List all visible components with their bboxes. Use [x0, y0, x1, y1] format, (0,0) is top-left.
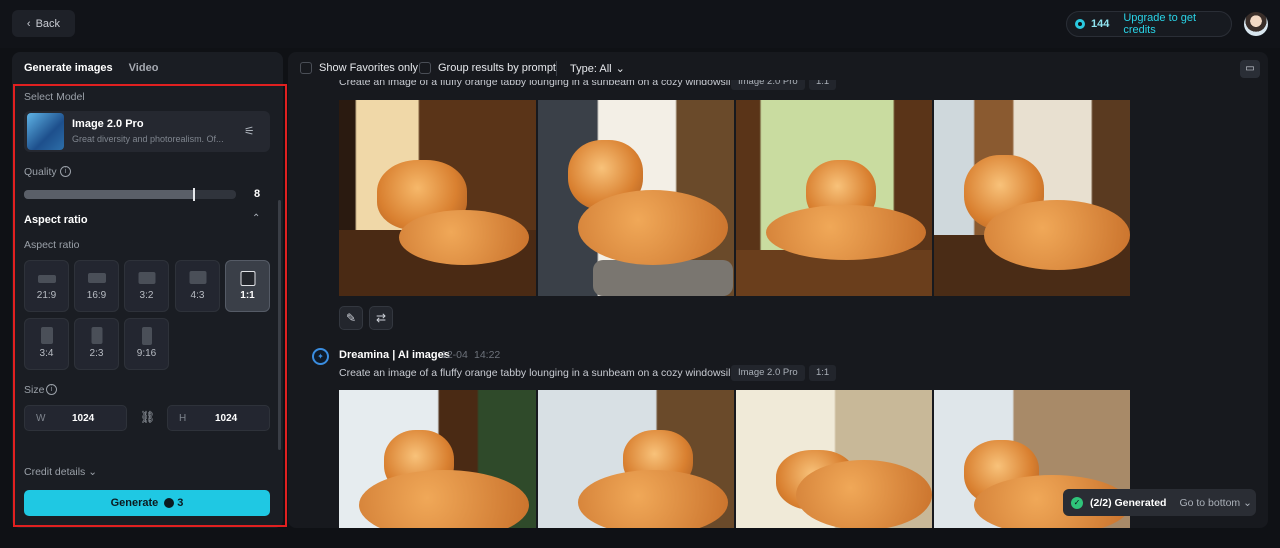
- mode-tabs: Generate images Video: [24, 62, 158, 74]
- chevron-down-icon: ⌄: [615, 63, 625, 75]
- regenerate-icon[interactable]: ⇄: [369, 306, 393, 330]
- result-image[interactable]: [736, 390, 932, 528]
- result-image[interactable]: [736, 100, 932, 296]
- result-image[interactable]: [934, 100, 1130, 296]
- type-filter-dropdown[interactable]: Type: All ⌄: [570, 62, 625, 76]
- result-image[interactable]: [538, 100, 734, 296]
- go-to-bottom-button[interactable]: Go to bottom ⌄: [1179, 497, 1251, 509]
- ratio-tag: 1:1: [809, 80, 837, 90]
- tab-generate-images[interactable]: Generate images: [24, 62, 113, 74]
- tab-video[interactable]: Video: [129, 62, 159, 74]
- cushion-shape: [593, 260, 733, 296]
- group2-date: 12-04: [441, 349, 468, 361]
- go-to-bottom-label: Go to bottom: [1179, 496, 1241, 509]
- generation-status-toast: ✓ (2/2) Generated Go to bottom ⌄: [1063, 489, 1256, 516]
- checkbox-icon: [419, 62, 431, 74]
- cat-body-shape: [766, 205, 926, 260]
- cat-body-shape: [578, 470, 728, 528]
- dreamina-logo-icon: ✦: [312, 348, 329, 365]
- checkbox-icon: [300, 62, 312, 74]
- upgrade-link[interactable]: Upgrade to get credits: [1123, 12, 1231, 36]
- type-filter-label: Type: All: [570, 62, 612, 75]
- cat-body-shape: [359, 470, 529, 528]
- credit-count: 144: [1090, 18, 1110, 30]
- ratio-tag: 1:1: [809, 365, 837, 381]
- chevron-left-icon: ‹: [26, 17, 31, 30]
- result-image[interactable]: [538, 390, 734, 528]
- cat-body-shape: [578, 190, 728, 265]
- favorites-checkbox[interactable]: Show Favorites only: [300, 62, 418, 74]
- generated-status: (2/2) Generated: [1090, 496, 1167, 509]
- group2-author: Dreamina | AI images: [339, 349, 450, 361]
- group-label: Group results by prompt: [438, 62, 556, 74]
- group-by-prompt-checkbox[interactable]: Group results by prompt: [419, 62, 556, 74]
- group2-time: 14:22: [474, 349, 501, 361]
- result-image[interactable]: [339, 100, 536, 296]
- back-button[interactable]: ‹ Back: [12, 10, 75, 37]
- group2-prompt: Create an image of a fluffy orange tabby…: [339, 367, 740, 379]
- edit-icon[interactable]: ✎: [339, 306, 363, 330]
- credits-pill[interactable]: 144 Upgrade to get credits: [1066, 11, 1232, 37]
- back-label: Back: [35, 17, 61, 30]
- model-tag: Image 2.0 Pro: [731, 80, 805, 90]
- credit-icon: [1075, 19, 1085, 29]
- toolbar-divider: [556, 61, 557, 76]
- folder-icon[interactable]: ▭: [1240, 60, 1260, 78]
- cat-body-shape: [796, 460, 932, 528]
- check-icon: ✓: [1071, 496, 1083, 509]
- result-image[interactable]: [339, 390, 536, 528]
- avatar[interactable]: [1244, 12, 1268, 36]
- highlight-box: [13, 84, 287, 527]
- favorites-label: Show Favorites only: [319, 62, 419, 74]
- model-tag: Image 2.0 Pro: [731, 365, 805, 381]
- group1-header: Create an image of a fluffy orange tabby…: [339, 80, 1239, 90]
- cat-body-shape: [984, 200, 1130, 270]
- cat-body-shape: [399, 210, 529, 265]
- chevron-down-icon: ⌄: [1243, 496, 1252, 509]
- group1-prompt: Create an image of a fluffy orange tabby…: [339, 80, 736, 88]
